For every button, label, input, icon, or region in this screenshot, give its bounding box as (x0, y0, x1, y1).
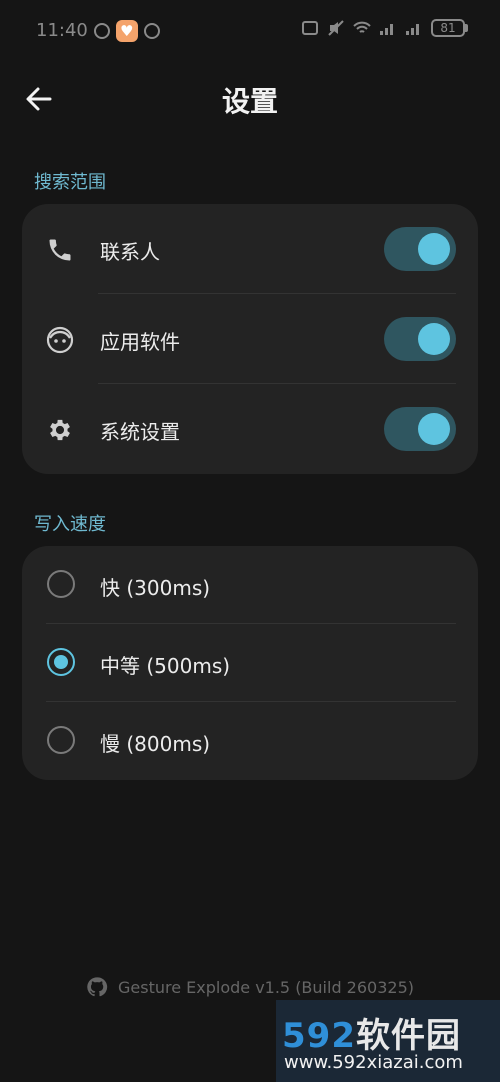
location-icon (144, 23, 160, 39)
speed-option-medium[interactable]: 中等 (500ms) (22, 624, 478, 702)
status-left-icons (94, 20, 160, 42)
apps-toggle[interactable] (384, 317, 456, 361)
version-text: Gesture Explode v1.5 (Build 260325) (117, 977, 414, 997)
android-face-icon (46, 326, 74, 354)
search-scope-row-contacts[interactable]: 联系人 (22, 204, 478, 294)
app-notification-icon (116, 20, 138, 42)
signal-2-icon (406, 24, 419, 35)
search-scope-card: 联系人 应用软件 系统设置 (22, 204, 478, 474)
system-settings-toggle[interactable] (384, 407, 456, 451)
apps-label: 应用软件 (100, 330, 180, 354)
contacts-toggle[interactable] (384, 227, 456, 271)
write-speed-section-label: 写入速度 (34, 514, 106, 535)
watermark-brand: 592软件园 (282, 1008, 461, 1057)
gear-icon (50, 419, 70, 441)
status-right-icons: 81 (301, 19, 468, 37)
watermark-logo: 592软件园 www.592xiazai.com (276, 1000, 500, 1082)
write-speed-card: 快 (300ms) 中等 (500ms) 慢 (800ms) (22, 546, 478, 780)
search-scope-row-system-settings[interactable]: 系统设置 (22, 384, 478, 474)
nfc-icon (302, 21, 318, 35)
watermark-brand-cn: 软件园 (355, 1016, 461, 1056)
phone-icon (49, 239, 71, 261)
speed-option-slow[interactable]: 慢 (800ms) (22, 702, 478, 780)
status-time: 11:40 (36, 20, 88, 41)
github-icon[interactable] (86, 976, 108, 998)
watermark-url: www.592xiazai.com (284, 1052, 463, 1073)
system-settings-label: 系统设置 (100, 420, 180, 444)
search-scope-section-label: 搜索范围 (34, 172, 106, 193)
watermark-brand-num: 592 (282, 1016, 356, 1056)
speed-option-label: 快 (300ms) (100, 576, 211, 600)
radio-button-slow[interactable] (47, 726, 75, 754)
battery-icon: 81 (431, 19, 468, 37)
wifi-icon (353, 21, 371, 33)
app-footer: Gesture Explode v1.5 (Build 260325) (0, 976, 500, 1002)
battery-level: 81 (431, 19, 465, 37)
speed-option-label: 慢 (800ms) (100, 732, 211, 756)
search-scope-row-apps[interactable]: 应用软件 (22, 294, 478, 384)
speed-option-fast[interactable]: 快 (300ms) (22, 546, 478, 624)
radio-button-medium[interactable] (47, 648, 75, 676)
speed-option-label: 中等 (500ms) (100, 654, 231, 678)
sync-icon (94, 23, 110, 39)
contacts-label: 联系人 (100, 240, 160, 264)
app-header: 设置 (0, 62, 500, 138)
page-title: 设置 (221, 85, 278, 118)
status-bar: 11:40 81 (0, 0, 500, 62)
signal-icon (380, 24, 393, 35)
radio-button-fast[interactable] (47, 570, 75, 598)
mute-icon (328, 20, 344, 36)
